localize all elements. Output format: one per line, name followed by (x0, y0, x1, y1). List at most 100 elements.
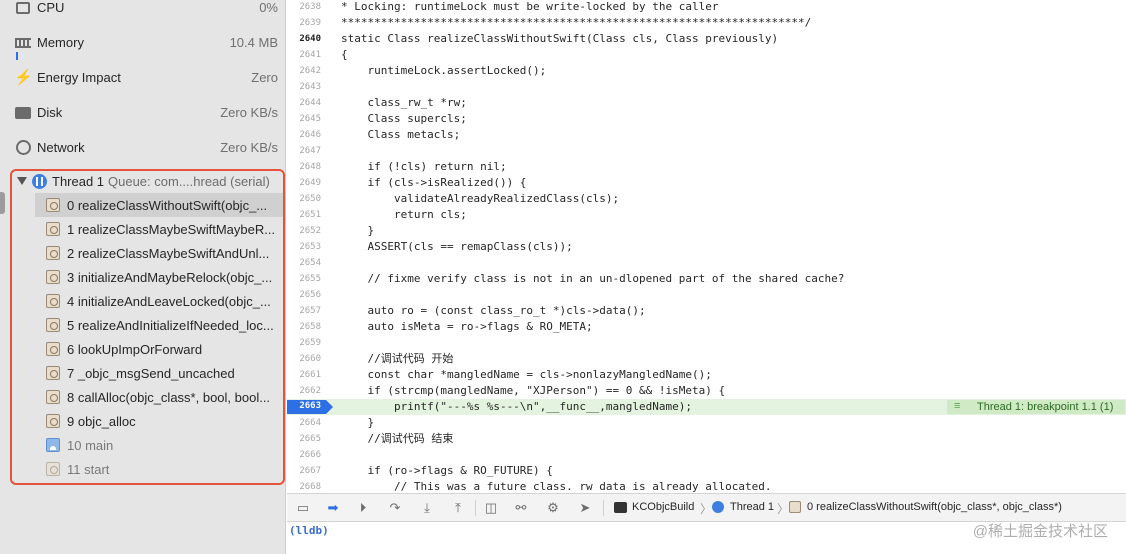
code-line[interactable]: 2659 (287, 335, 1126, 351)
stack-frame[interactable]: 4 initializeAndLeaveLocked(objc_... (42, 289, 282, 313)
stack-frame[interactable]: 0 realizeClassWithoutSwift(objc_... (35, 193, 283, 217)
step-out-icon[interactable]: ⤒ (450, 500, 466, 516)
gauge-cpu[interactable]: CPU 0% (0, 0, 286, 27)
code-line[interactable]: 2651 return cls; (287, 207, 1126, 223)
code-line[interactable]: 2655 // fixme verify class is not in an … (287, 271, 1126, 287)
code-text: validateAlreadyRealizedClass(cls); (341, 192, 620, 205)
stack-frame[interactable]: 10 main (42, 433, 282, 457)
line-number: 2651 (299, 210, 321, 220)
code-line[interactable]: 2668 // This was a future class. rw data… (287, 479, 1126, 493)
frame-label: 0 realizeClassWithoutSwift(objc_... (67, 198, 268, 213)
frame-label: 5 realizeAndInitializeIfNeeded_loc... (67, 318, 274, 333)
frame-label: 7 _objc_msgSend_uncached (67, 366, 235, 381)
continue-icon[interactable]: ⏵ (355, 500, 371, 516)
frame-icon (46, 294, 60, 308)
frame-label: 8 callAlloc(objc_class*, bool, bool... (67, 390, 271, 405)
memory-graph-icon[interactable]: ⚯ (513, 500, 529, 516)
code-line[interactable]: 2658 auto isMeta = ro->flags & RO_META; (287, 319, 1126, 335)
stack-frame[interactable]: 1 realizeClassMaybeSwiftMaybeR... (42, 217, 282, 241)
stack-frame[interactable]: 11 start (42, 457, 282, 481)
line-number: 2640 (299, 34, 321, 44)
code-text: if (strcmp(mangledName, "XJPerson") == 0… (341, 384, 726, 397)
line-number: 2643 (299, 82, 321, 92)
breadcrumb-target[interactable]: KCObjcBuild (632, 501, 694, 513)
code-text: //调试代码 结束 (341, 432, 454, 445)
code-line[interactable]: 2664 } (287, 415, 1126, 431)
code-line[interactable]: 2645 Class supercls; (287, 111, 1126, 127)
chevron-right-icon: 〉 (777, 502, 790, 516)
code-line[interactable]: 2662 if (strcmp(mangledName, "XJPerson")… (287, 383, 1126, 399)
code-line[interactable]: 2647 (287, 143, 1126, 159)
thread-icon (712, 501, 724, 513)
gauge-energy[interactable]: ⚡ Energy Impact Zero (0, 62, 286, 97)
code-line[interactable]: 2641 { (287, 47, 1126, 63)
environment-overrides-icon[interactable]: ⚙ (545, 500, 561, 516)
thread-queue: Queue: com....hread (serial) (108, 174, 270, 189)
code-line[interactable]: 2654 (287, 255, 1126, 271)
code-line[interactable]: 2644 class_rw_t *rw; (287, 95, 1126, 111)
stack-frame[interactable]: 6 lookUpImpOrForward (42, 337, 282, 361)
code-line[interactable]: 2652 } (287, 223, 1126, 239)
code-line[interactable]: 2660 //调试代码 开始 (287, 351, 1126, 367)
gauge-memory[interactable]: Memory 10.4 MB (0, 27, 286, 62)
gauge-network[interactable]: Network Zero KB/s (0, 132, 286, 167)
stack-frame[interactable]: 3 initializeAndMaybeRelock(objc_... (42, 265, 282, 289)
code-line[interactable]: 2638 * Locking: runtimeLock must be write… (287, 0, 1126, 15)
frame-label: 10 main (67, 438, 114, 453)
code-line[interactable]: 2657 auto ro = (const class_ro_t *)cls->… (287, 303, 1126, 319)
code-line[interactable]: 2663 printf("---%s %s---\n",__func__,man… (287, 399, 1126, 415)
code-line[interactable]: 2646 Class metacls; (287, 127, 1126, 143)
hide-debug-area-icon[interactable]: ▭ (295, 500, 311, 516)
view-hierarchy-icon[interactable]: ◫ (483, 500, 499, 516)
code-line[interactable]: 2661 const char *mangledName = cls->nonl… (287, 367, 1126, 383)
thread-icon (32, 174, 47, 189)
code-line[interactable]: 2643 (287, 79, 1126, 95)
step-over-icon[interactable]: ↷ (387, 500, 403, 516)
disclosure-triangle-icon[interactable] (17, 177, 27, 185)
code-line[interactable]: 2648 if (!cls) return nil; (287, 159, 1126, 175)
line-number: 2659 (299, 338, 321, 348)
breakpoints-toggle-icon[interactable]: ➡ (325, 500, 341, 516)
breadcrumb-frame[interactable]: 0 realizeClassWithoutSwift(objc_class*, … (807, 501, 1062, 513)
code-text: Class metacls; (341, 128, 461, 141)
user-frame-icon (46, 438, 60, 452)
line-number: 2642 (299, 66, 321, 76)
code-line[interactable]: 2667 if (ro->flags & RO_FUTURE) { (287, 463, 1126, 479)
code-line[interactable]: 2649 if (cls->isRealized()) { (287, 175, 1126, 191)
code-line[interactable]: 2640 static Class realizeClassWithoutSwif… (287, 31, 1126, 47)
frame-icon (789, 501, 801, 513)
breakpoint-marker[interactable]: 2663 (287, 400, 333, 414)
stack-frame[interactable]: 7 _objc_msgSend_uncached (42, 361, 282, 385)
code-line[interactable]: 2656 (287, 287, 1126, 303)
code-text: printf("---%s %s---\n",__func__,mangledN… (341, 400, 692, 413)
line-number: 2664 (299, 418, 321, 428)
source-editor[interactable]: 2638 * Locking: runtimeLock must be write… (287, 0, 1126, 493)
frame-label: 9 objc_alloc (67, 414, 136, 429)
gauge-disk[interactable]: Disk Zero KB/s (0, 97, 286, 132)
frame-icon (46, 270, 60, 284)
line-number: 2661 (299, 370, 321, 380)
code-line[interactable]: 2639 ************************************… (287, 15, 1126, 31)
breakpoint-annotation[interactable]: ≡ Thread 1: breakpoint 1.1 (1) (947, 400, 1125, 414)
frame-icon (46, 246, 60, 260)
frame-label: 11 start (67, 462, 110, 477)
code-line[interactable]: 2653 ASSERT(cls == remapClass(cls)); (287, 239, 1126, 255)
disk-icon (14, 104, 32, 122)
code-line[interactable]: 2642 runtimeLock.assertLocked(); (287, 63, 1126, 79)
code-line[interactable]: 2666 (287, 447, 1126, 463)
code-line[interactable]: 2650 validateAlreadyRealizedClass(cls); (287, 191, 1126, 207)
frame-label: 4 initializeAndLeaveLocked(objc_... (67, 294, 271, 309)
selection-marker (0, 192, 5, 214)
step-into-icon[interactable]: ⤓ (419, 500, 435, 516)
simulate-location-icon[interactable]: ➤ (577, 500, 593, 516)
line-number: 2641 (299, 50, 321, 60)
code-line[interactable]: 2665 //调试代码 结束 (287, 431, 1126, 447)
thread-header[interactable]: Thread 1 Queue: com....hread (serial) (12, 171, 283, 193)
code-text: ASSERT(cls == remapClass(cls)); (341, 240, 573, 253)
stack-frame[interactable]: 5 realizeAndInitializeIfNeeded_loc... (42, 313, 282, 337)
breadcrumb-thread[interactable]: Thread 1 (730, 501, 774, 513)
stack-frame[interactable]: 2 realizeClassMaybeSwiftAndUnl... (42, 241, 282, 265)
stack-frame[interactable]: 9 objc_alloc (42, 409, 282, 433)
stack-frame[interactable]: 8 callAlloc(objc_class*, bool, bool... (42, 385, 282, 409)
frame-icon (46, 390, 60, 404)
